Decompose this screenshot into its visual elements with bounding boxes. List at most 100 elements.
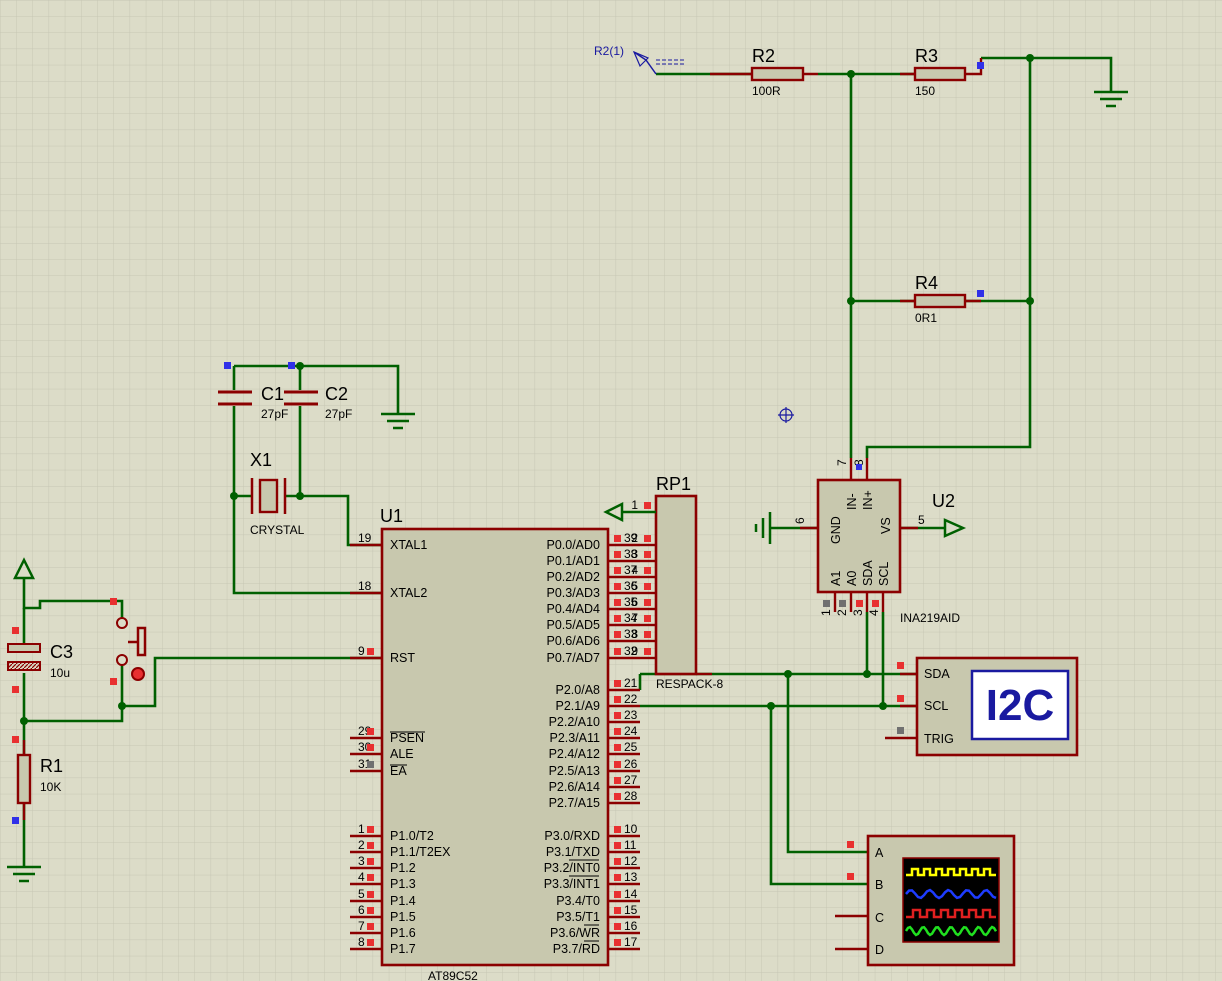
u1-part: AT89C52: [428, 969, 478, 981]
u2-part: INA219AID: [900, 611, 960, 625]
u2-pin-name: SDA: [861, 560, 875, 586]
u1-pin-number: 26: [624, 757, 638, 771]
scope-channel-label: C: [875, 911, 884, 925]
microcontroller-u1[interactable]: U1 AT89C52 19 XTAL118 XTAL29 RST29 PSEN30 ALE…: [350, 506, 640, 981]
i2c-pin-label: SDA: [924, 667, 950, 681]
resistor-ref: R4: [915, 273, 938, 293]
u1-pin-number: 10: [624, 822, 638, 836]
u1-pin-name: XTAL1: [390, 538, 427, 552]
u1-pin-number: 6: [358, 903, 365, 917]
u1-pin-name: P2.5/A13: [549, 764, 600, 778]
u1-pin-number: 28: [624, 789, 638, 803]
u1-pin-number: 1: [358, 822, 365, 836]
rp1-part: RESPACK-8: [656, 677, 723, 691]
u1-pin-number: 13: [624, 870, 638, 884]
schematic-sheet[interactable]: R2(1) R2 100R R3 150 R4 0R1 R1 10K C1 27…: [0, 0, 1222, 981]
u1-pin-name: P0.1/AD1: [546, 554, 600, 568]
u1-pin-name: P3.1/TXD: [546, 845, 600, 859]
resistor-value: 0R1: [915, 311, 937, 325]
u1-pin-name: P2.4/A12: [549, 747, 600, 761]
crystal-ref: X1: [250, 450, 272, 470]
u1-pin-name: P3.4/T0: [556, 894, 600, 908]
i2c-pin-label: TRIG: [924, 732, 954, 746]
u1-pin-name: P1.4: [390, 894, 416, 908]
u1-pin-name: P0.6/AD6: [546, 634, 600, 648]
scope-channel-label: A: [875, 846, 884, 860]
u1-pin-name: P3.6/WR: [550, 926, 600, 940]
rp1-pin-number: 9: [631, 644, 638, 658]
capacitor-ref: C1: [261, 384, 284, 404]
crystal-value: CRYSTAL: [250, 523, 305, 537]
u1-pin-number: 7: [358, 919, 365, 933]
u1-pin-number: 23: [624, 708, 638, 722]
u2-pin-number: 6: [793, 517, 807, 524]
resistor-value: 100R: [752, 84, 781, 98]
resistor-value: 150: [915, 84, 935, 98]
u1-pin-number: 4: [358, 870, 365, 884]
i2c-pin-label: SCL: [924, 699, 948, 713]
u1-pin-name: P0.5/AD5: [546, 618, 600, 632]
u1-pin-name: P2.6/A14: [549, 780, 600, 794]
u1-pin-number: 14: [624, 887, 638, 901]
u1-pin-number: 25: [624, 740, 638, 754]
u1-pin-name: ALE: [390, 747, 414, 761]
capacitor-value: 27pF: [261, 407, 288, 421]
u2-pin-number: 2: [835, 609, 849, 616]
u1-pin-name: P0.7/AD7: [546, 651, 600, 665]
button-actuator[interactable]: [131, 667, 145, 681]
resistor-value: 10K: [40, 780, 61, 794]
u2-pin-number: 5: [918, 513, 925, 527]
rp1-pin-number: 4: [631, 563, 638, 577]
u2-pin-number: 3: [851, 609, 865, 616]
u1-pin-name: XTAL2: [390, 586, 427, 600]
u2-pin-number: 7: [835, 459, 849, 466]
terminal-label: R2(1): [594, 44, 624, 58]
u1-pin-number: 16: [624, 919, 638, 933]
u1-pin-name: P3.2/INT0: [544, 861, 600, 875]
rp1-pin-number: 7: [631, 611, 638, 625]
i2c-title: I2C: [986, 681, 1054, 730]
u1-pin-name: EA: [390, 764, 407, 778]
u1-pin-name: PSEN: [390, 731, 424, 745]
u1-pin-number: 15: [624, 903, 638, 917]
u2-pin-name: IN-: [845, 493, 859, 510]
u2-pin-name: VS: [879, 517, 893, 534]
u1-pin-number: 19: [358, 531, 372, 545]
capacitor-ref: C3: [50, 642, 73, 662]
u1-pin-name: P2.1/A9: [556, 699, 601, 713]
u1-pin-name: P2.2/A10: [549, 715, 600, 729]
u1-pin-name: RST: [390, 651, 415, 665]
u1-pin-name: P3.5/T1: [556, 910, 600, 924]
rp1-pin-number: 5: [631, 579, 638, 593]
resistor-ref: R1: [40, 756, 63, 776]
u1-pin-number: 21: [624, 676, 638, 690]
u1-pin-number: 22: [624, 692, 638, 706]
u1-pin-name: P0.3/AD3: [546, 586, 600, 600]
rp1-pin-number: 1: [631, 498, 638, 512]
u2-pin-name: A0: [845, 571, 859, 586]
rp1-pin-number: 8: [631, 627, 638, 641]
u1-pin-number: 12: [624, 854, 638, 868]
u1-pin-number: 2: [358, 838, 365, 852]
capacitor-ref: C2: [325, 384, 348, 404]
u2-pin-name: GND: [829, 516, 843, 544]
u1-pin-name: P1.3: [390, 877, 416, 891]
u1-pin-name: P0.4/AD4: [546, 602, 600, 616]
u2-pin-name: SCL: [877, 562, 891, 586]
u1-pin-number: 3: [358, 854, 365, 868]
u1-ref: U1: [380, 506, 403, 526]
u1-pin-number: 5: [358, 887, 365, 901]
rp1-pin-number: 6: [631, 595, 638, 609]
u1-pin-number: 18: [358, 579, 372, 593]
u1-pin-name: P3.3/INT1: [544, 877, 600, 891]
u1-pin-name: P0.0/AD0: [546, 538, 600, 552]
u1-pin-number: 24: [624, 724, 638, 738]
capacitor-value: 27pF: [325, 407, 352, 421]
capacitor-value: 10u: [50, 666, 70, 680]
u1-pin-name: P1.7: [390, 942, 416, 956]
scope-channel-label: D: [875, 943, 884, 957]
u1-pin-number: 11: [624, 838, 637, 852]
u1-pin-name: P1.6: [390, 926, 416, 940]
u1-pin-number: 9: [358, 644, 365, 658]
scope-channel-label: B: [875, 878, 883, 892]
